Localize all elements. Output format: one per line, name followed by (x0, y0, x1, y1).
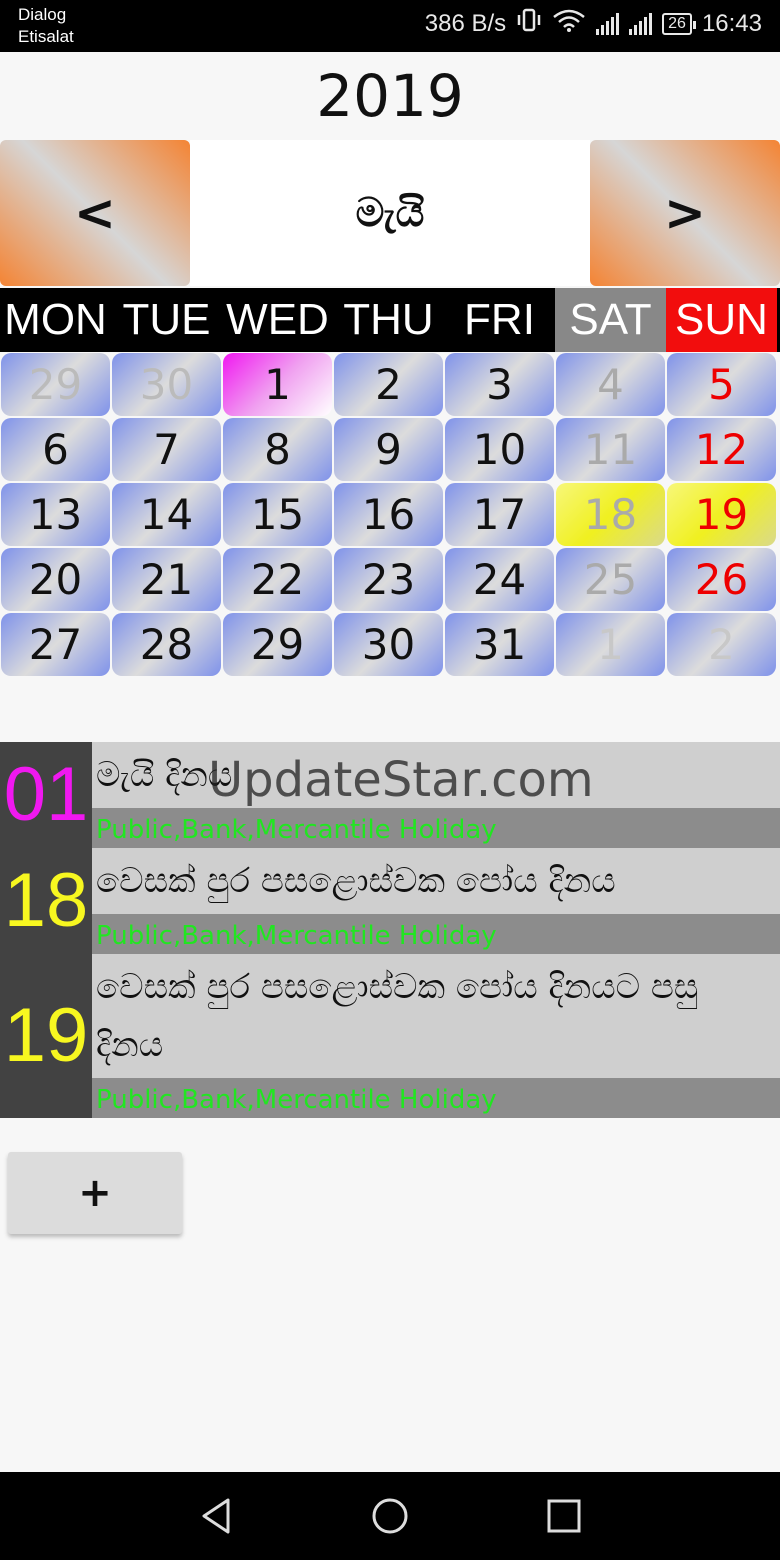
day-cell[interactable]: 14 (112, 483, 221, 546)
status-bar: Dialog Etisalat 386 B/s 26 16:43 (0, 0, 780, 52)
watermark: UpdateStar.com (208, 752, 594, 808)
day-cell[interactable]: 2 (667, 613, 776, 676)
day-cell[interactable]: 20 (1, 548, 110, 611)
day-cell[interactable]: 5 (667, 353, 776, 416)
day-cell[interactable]: 22 (223, 548, 332, 611)
holiday-day-number: 19 (0, 954, 92, 1118)
day-cell[interactable]: 15 (223, 483, 332, 546)
system-nav-bar (0, 1472, 780, 1560)
day-cell[interactable]: 24 (445, 548, 554, 611)
day-cell[interactable]: 29 (223, 613, 332, 676)
status-indicators: 386 B/s 26 16:43 (425, 8, 762, 39)
year-title: 2019 (316, 62, 464, 130)
weekday-tue: TUE (122, 295, 211, 344)
day-cell[interactable]: 17 (445, 483, 554, 546)
day-cell[interactable]: 28 (112, 613, 221, 676)
previous-month-button[interactable]: < (0, 140, 190, 286)
wifi-icon (552, 8, 586, 39)
holiday-item[interactable]: 19 වෙසක් පුර පසළොස්වක පෝය දිනයට පසු දිනය… (0, 954, 780, 1118)
day-cell[interactable]: 2 (334, 353, 443, 416)
day-cell[interactable]: 12 (667, 418, 776, 481)
next-month-button[interactable]: > (590, 140, 780, 286)
holiday-item[interactable]: 18 වෙසක් පුර පසළොස්වක පෝය දිනය Public,Ba… (0, 848, 780, 954)
day-cell[interactable]: 30 (112, 353, 221, 416)
weekday-sun: SUN (666, 288, 777, 352)
day-cell-holiday[interactable]: 19 (667, 483, 776, 546)
battery-icon: 26 (662, 12, 696, 35)
day-cell[interactable]: 11 (556, 418, 665, 481)
day-cell-today[interactable]: 1 (223, 353, 332, 416)
weekday-fri: FRI (464, 295, 535, 344)
home-icon[interactable] (370, 1496, 410, 1540)
calendar-app: 2019 < මැයි > MON TUE WED THU FRI SAT SU… (0, 52, 780, 1472)
day-cell[interactable]: 23 (334, 548, 443, 611)
month-title: මැයි (190, 140, 590, 286)
day-cell[interactable]: 16 (334, 483, 443, 546)
back-icon[interactable] (196, 1496, 236, 1540)
holiday-day-number: 18 (0, 848, 92, 954)
weekday-wed: WED (226, 295, 329, 344)
day-cell[interactable]: 27 (1, 613, 110, 676)
day-cell[interactable]: 6 (1, 418, 110, 481)
day-cell[interactable]: 1 (556, 613, 665, 676)
holiday-type: Public,Bank,Mercantile Holiday (92, 1078, 780, 1118)
weekday-mon: MON (4, 295, 107, 344)
signal-icon-2 (629, 12, 653, 35)
recents-icon[interactable] (544, 1496, 584, 1540)
holiday-type: Public,Bank,Mercantile Holiday (92, 808, 780, 848)
weekday-sat: SAT (555, 288, 666, 352)
day-cell[interactable]: 3 (445, 353, 554, 416)
day-cell[interactable]: 29 (1, 353, 110, 416)
day-cell[interactable]: 4 (556, 353, 665, 416)
carrier-line-2: Etisalat (18, 27, 74, 46)
holiday-title: වෙසක් පුර පසළොස්වක පෝය දිනය (92, 848, 780, 914)
day-cell[interactable]: 26 (667, 548, 776, 611)
weekday-thu: THU (343, 295, 434, 344)
signal-icon-1 (596, 12, 620, 35)
holiday-title: වෙසක් පුර පසළොස්වක පෝය දිනයට පසු දිනය (92, 954, 780, 1078)
vibrate-icon (516, 8, 542, 39)
day-cell[interactable]: 9 (334, 418, 443, 481)
weekday-header: MON TUE WED THU FRI SAT SUN (0, 288, 780, 352)
clock: 16:43 (701, 9, 762, 37)
carrier-line-1: Dialog (18, 5, 67, 24)
day-cell[interactable]: 31 (445, 613, 554, 676)
day-cell[interactable]: 30 (334, 613, 443, 676)
add-event-button[interactable]: + (8, 1152, 182, 1234)
day-cell[interactable]: 13 (1, 483, 110, 546)
day-cell[interactable]: 25 (556, 548, 665, 611)
network-speed: 386 B/s (424, 9, 507, 37)
day-cell[interactable]: 21 (112, 548, 221, 611)
holiday-day-number: 01 (0, 742, 92, 848)
day-cell[interactable]: 10 (445, 418, 554, 481)
carrier-names: Dialog Etisalat (18, 4, 74, 48)
day-cell[interactable]: 7 (112, 418, 221, 481)
day-cell[interactable]: 8 (223, 418, 332, 481)
holiday-type: Public,Bank,Mercantile Holiday (92, 914, 780, 954)
day-cell-holiday[interactable]: 18 (556, 483, 665, 546)
calendar-grid: 29 30 1 2 3 4 5 6 7 8 9 10 11 12 13 14 1… (0, 352, 780, 677)
